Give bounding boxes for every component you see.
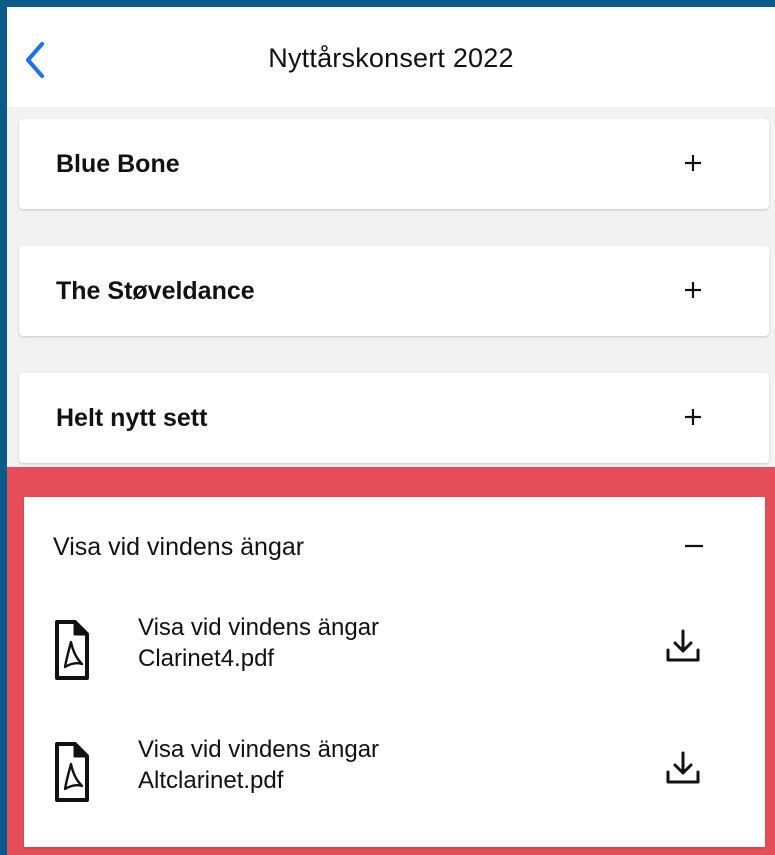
page-title: Nyttårskonsert 2022: [268, 43, 514, 73]
collapse-button[interactable]: [674, 526, 714, 566]
pdf-file-icon: [55, 620, 89, 680]
section-title: Visa vid vindens ängar: [53, 533, 305, 561]
highlight-frame: Visa vid vindens ängar Visa vid vindens …: [7, 467, 775, 855]
file-row[interactable]: Visa vid vindens ängar Altclarinet.pdf: [24, 734, 765, 834]
minus-icon: [685, 544, 703, 548]
section-header[interactable]: Helt nytt sett: [19, 373, 769, 461]
plus-icon: [685, 282, 701, 298]
section-title: The Støveldance: [56, 277, 255, 305]
section-the-stoveldance: The Støveldance: [19, 246, 769, 336]
expand-button[interactable]: [673, 397, 713, 437]
section-title: Blue Bone: [56, 150, 180, 178]
screen: Nyttårskonsert 2022 Blue Bone The Støvel…: [7, 7, 775, 855]
file-name: Visa vid vindens ängar Clarinet4.pdf: [138, 612, 379, 674]
navigation-bar: Nyttårskonsert 2022: [7, 7, 775, 107]
file-filename: Altclarinet.pdf: [138, 767, 284, 794]
section-header[interactable]: Visa vid vindens ängar: [24, 497, 765, 597]
download-icon[interactable]: [663, 626, 703, 666]
section-blue-bone: Blue Bone: [19, 119, 769, 209]
file-title: Visa vid vindens ängar: [138, 614, 380, 641]
expand-button[interactable]: [673, 270, 713, 310]
file-title: Visa vid vindens ängar: [138, 736, 380, 763]
expand-button[interactable]: [673, 143, 713, 183]
file-name: Visa vid vindens ängar Altclarinet.pdf: [138, 734, 379, 796]
section-header[interactable]: Blue Bone: [19, 119, 769, 207]
section-title: Helt nytt sett: [56, 404, 208, 432]
download-icon[interactable]: [663, 748, 703, 788]
file-row[interactable]: Visa vid vindens ängar Clarinet4.pdf: [24, 612, 765, 712]
plus-icon: [685, 155, 701, 171]
section-header[interactable]: The Støveldance: [19, 246, 769, 334]
plus-icon: [685, 409, 701, 425]
pdf-file-icon: [55, 742, 89, 802]
file-filename: Clarinet4.pdf: [138, 645, 275, 672]
section-helt-nytt-sett: Helt nytt sett: [19, 373, 769, 463]
section-visa-vid-vindens-angar: Visa vid vindens ängar Visa vid vindens …: [24, 497, 765, 847]
